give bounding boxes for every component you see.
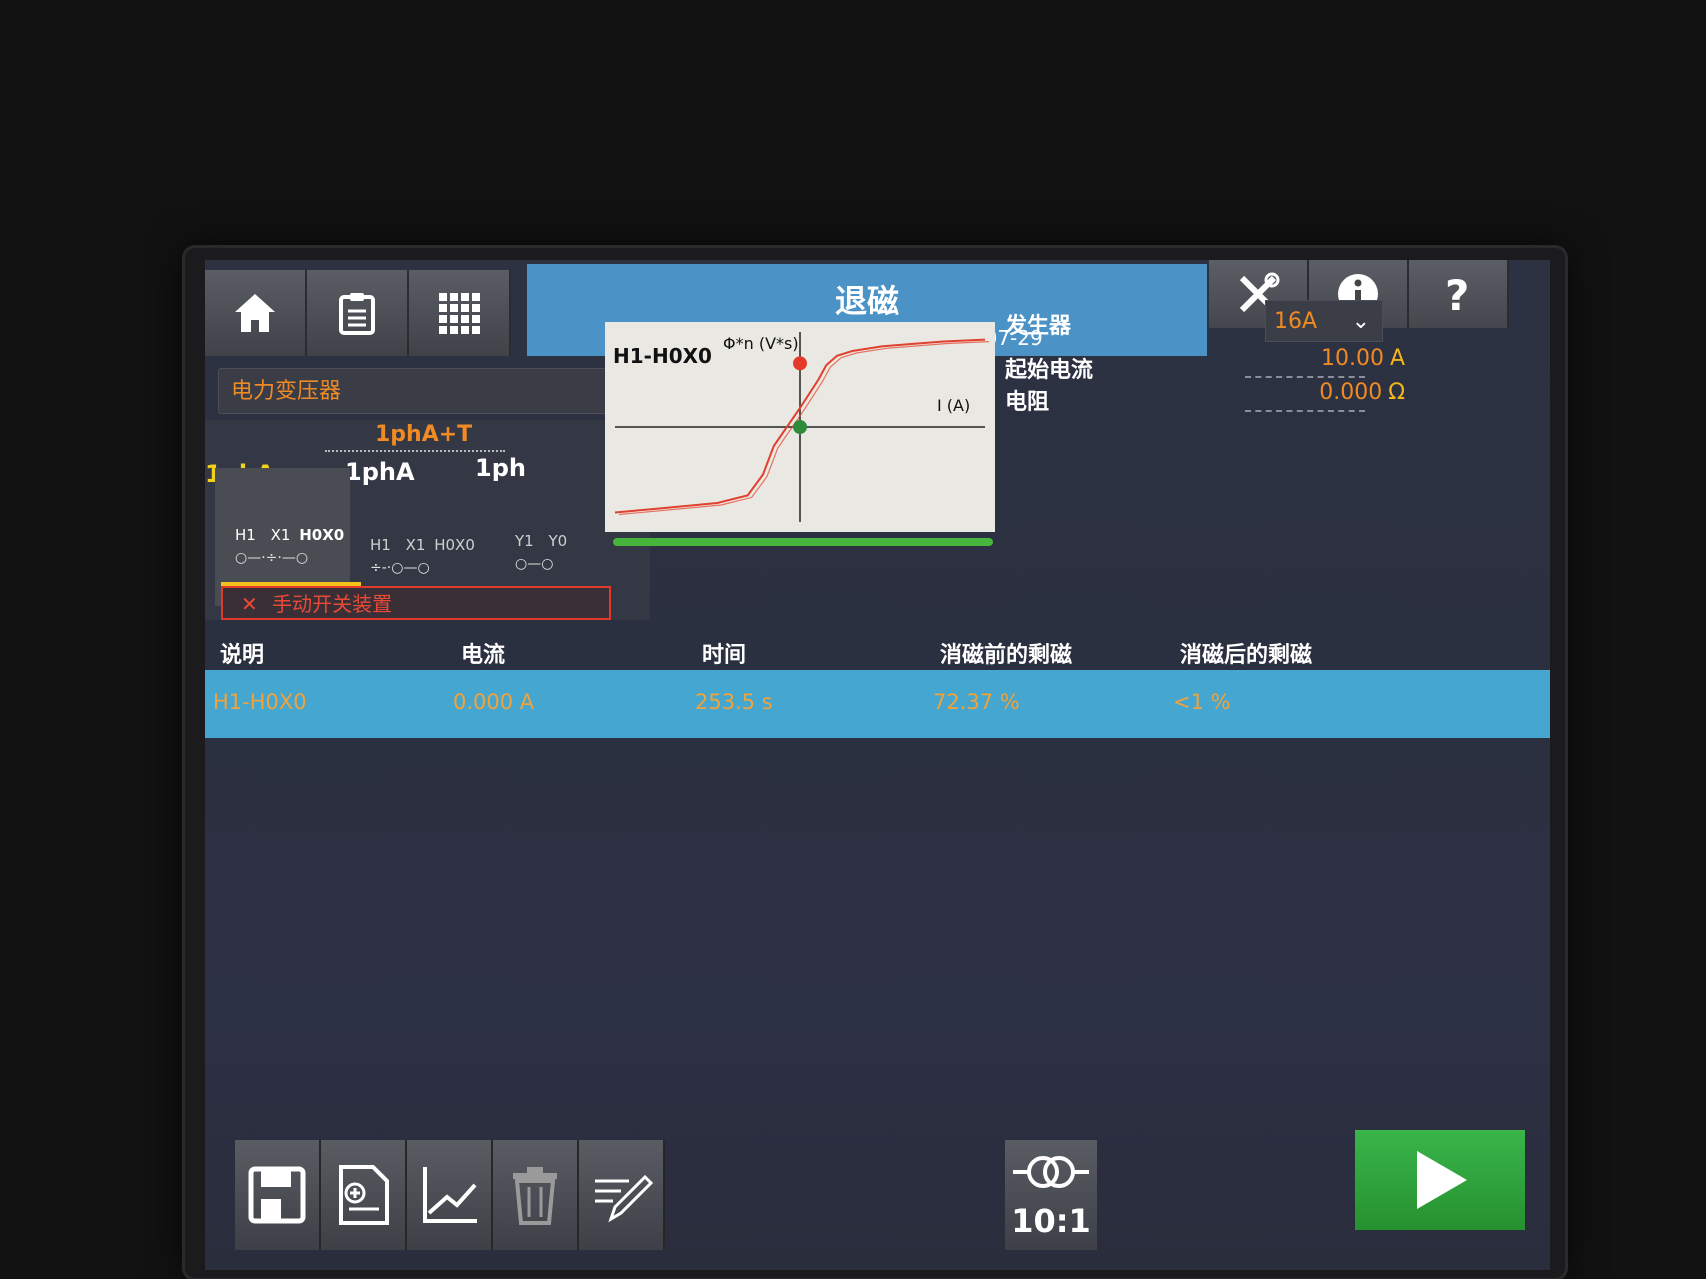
generator-label: 发生器 bbox=[1005, 314, 1072, 339]
pencil-icon bbox=[595, 1174, 653, 1223]
home-button[interactable] bbox=[205, 270, 307, 356]
cell-time: 253.5 s bbox=[695, 690, 773, 714]
help-button[interactable]: ? bbox=[1409, 260, 1509, 328]
label-h0x0: H0X0 bbox=[299, 526, 345, 544]
warning-text: 手动开关装置 bbox=[272, 592, 393, 616]
save-icon bbox=[248, 1166, 306, 1224]
cell-description: H1-H0X0 bbox=[213, 690, 307, 714]
trash-icon bbox=[513, 1167, 557, 1225]
turns-ratio-button[interactable]: 10:1 bbox=[1005, 1140, 1097, 1250]
start-current-unit: A bbox=[1389, 346, 1405, 371]
generator-value: 16A bbox=[1274, 309, 1318, 334]
new-report-button[interactable] bbox=[321, 1140, 407, 1250]
wiring-diagram-3[interactable]: Y1 Y0 ○—○ bbox=[515, 532, 567, 572]
grid-menu-button[interactable] bbox=[409, 270, 511, 356]
edit-button[interactable] bbox=[579, 1140, 665, 1250]
page-title: 退磁 bbox=[834, 282, 899, 320]
tab-divider bbox=[325, 450, 505, 452]
label-y1: Y1 bbox=[515, 532, 534, 550]
cell-remanence-after: <1 % bbox=[1173, 690, 1231, 714]
wire-icon: ○—·÷·—○ bbox=[235, 550, 309, 566]
transformer-icon bbox=[1013, 1156, 1089, 1188]
resistance-value: 0.000 bbox=[1319, 380, 1383, 405]
label-h1: H1 bbox=[235, 526, 256, 544]
line-chart-icon bbox=[423, 1167, 477, 1223]
new-document-icon bbox=[339, 1165, 389, 1225]
tab-1ph[interactable]: 1ph bbox=[475, 454, 526, 482]
chart-button[interactable] bbox=[407, 1140, 493, 1250]
tab-1pha[interactable]: 1phA bbox=[345, 458, 415, 486]
clipboard-button[interactable] bbox=[307, 270, 409, 356]
generator-select[interactable]: 16A ⌄ bbox=[1265, 300, 1383, 342]
col-time: 时间 bbox=[702, 643, 747, 668]
chevron-down-icon: ⌄ bbox=[1351, 309, 1370, 334]
clipboard-icon bbox=[339, 293, 375, 335]
device-type-select[interactable]: 电力变压器 ⌄ bbox=[218, 368, 638, 414]
label-x1: X1 bbox=[270, 526, 291, 544]
label-h0x0: H0X0 bbox=[434, 536, 475, 554]
resistance-field[interactable]: 0.000 Ω bbox=[1245, 380, 1405, 405]
start-current-underline bbox=[1245, 376, 1365, 378]
hysteresis-chart: H1-H0X0 Φ*n (V*s) I (A) bbox=[605, 322, 995, 532]
tab-1pha-t[interactable]: 1phA+T bbox=[375, 422, 472, 447]
label-h1: H1 bbox=[370, 536, 391, 554]
svg-text:?: ? bbox=[1445, 272, 1469, 316]
wire-icon: ○—○ bbox=[515, 556, 554, 572]
table-header: 说明 电流 时间 消磁前的剩磁 消磁后的剩磁 bbox=[205, 615, 1550, 673]
close-icon: ✕ bbox=[241, 592, 258, 616]
wiring-diagram-1: H1 X1 H0X0 ○—·÷·—○ bbox=[235, 526, 344, 566]
save-button[interactable] bbox=[235, 1140, 321, 1250]
wire-icon: ÷-·○—○ bbox=[370, 560, 430, 576]
help-icon: ? bbox=[1445, 272, 1469, 316]
home-icon bbox=[235, 294, 275, 332]
grid-icon bbox=[439, 293, 480, 334]
device-type-value: 电力变压器 bbox=[231, 379, 342, 404]
start-current-label: 起始电流 bbox=[1005, 358, 1094, 383]
cell-remanence-before: 72.37 % bbox=[933, 690, 1020, 714]
turns-ratio-label: 10:1 bbox=[1011, 1202, 1091, 1240]
resistance-label: 电阻 bbox=[1005, 390, 1050, 415]
chart-progress-bar bbox=[613, 538, 993, 546]
col-remanence-before: 消磁前的剩磁 bbox=[940, 643, 1073, 668]
play-icon bbox=[1417, 1151, 1467, 1209]
start-current-field[interactable]: 10.00 A bbox=[1245, 346, 1405, 371]
start-current-value: 10.00 bbox=[1320, 346, 1384, 371]
label-y0: Y0 bbox=[548, 532, 568, 550]
resistance-underline bbox=[1245, 410, 1365, 412]
chart-marker-1 bbox=[793, 420, 807, 434]
cell-current: 0.000 A bbox=[453, 690, 535, 714]
chart-xlabel: I (A) bbox=[937, 396, 971, 415]
bottom-toolbar: 10:1 bbox=[205, 1130, 1550, 1270]
screen: 退磁 2025-07-29_14.34.36 - 2025-07-29 ? 电力… bbox=[205, 260, 1550, 1270]
start-button[interactable] bbox=[1355, 1130, 1525, 1230]
col-description: 说明 bbox=[220, 643, 265, 668]
label-x1: X1 bbox=[405, 536, 426, 554]
col-current: 电流 bbox=[461, 643, 506, 668]
chart-title: H1-H0X0 bbox=[613, 344, 712, 368]
chart-marker-0 bbox=[793, 356, 807, 371]
delete-button[interactable] bbox=[493, 1140, 579, 1250]
wiring-diagram-2[interactable]: H1 X1 H0X0 ÷-·○—○ bbox=[370, 536, 475, 576]
table-row[interactable]: H1-H0X0 0.000 A 253.5 s 72.37 % <1 % bbox=[205, 670, 1550, 738]
resistance-unit: Ω bbox=[1388, 380, 1405, 405]
col-remanence-after: 消磁后的剩磁 bbox=[1180, 643, 1313, 668]
chart-ylabel: Φ*n (V*s) bbox=[723, 334, 799, 353]
